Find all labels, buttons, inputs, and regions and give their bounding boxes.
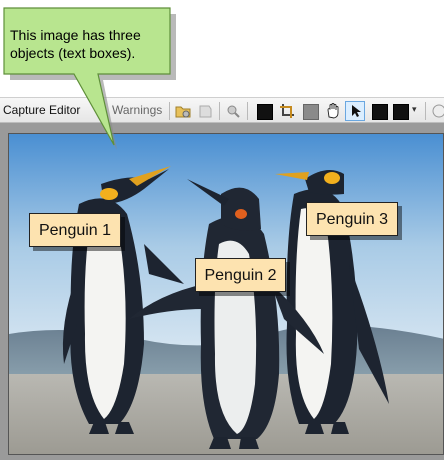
chevron-down-icon[interactable]: ▾ [412,104,417,115]
toolbar-separator [247,102,248,120]
callout-text: This image has three objects (text boxes… [10,27,141,61]
penguin-3-text-box[interactable]: Penguin 3 [306,202,398,236]
select-tool-button[interactable] [345,101,365,121]
callout-bubble: This image has three objects (text boxes… [0,0,200,150]
capture-editor-window: Capture Editor Warnings ▾ Penguin 1 Peng… [0,97,444,460]
penguin-1-text-box[interactable]: Penguin 1 [29,213,121,247]
line-color-swatch[interactable] [372,104,388,120]
penguin-2-text-box[interactable]: Penguin 2 [195,258,286,292]
toolbar-separator [425,102,426,120]
callout-bubble-shape [3,7,176,150]
zoom-icon[interactable] [224,102,242,120]
toolbar-separator [219,102,220,120]
circle-tool-icon[interactable] [430,102,444,120]
crop-icon[interactable] [278,102,296,120]
editor-canvas: Penguin 1 Penguin 2 Penguin 3 [0,123,444,460]
shadow-color-swatch[interactable] [303,104,319,120]
fill-color-swatch[interactable] [257,104,273,120]
penguins-photo [8,133,444,455]
text-color-swatch[interactable] [393,104,409,120]
hand-pan-icon[interactable] [324,102,342,120]
pointer-icon [352,105,361,117]
